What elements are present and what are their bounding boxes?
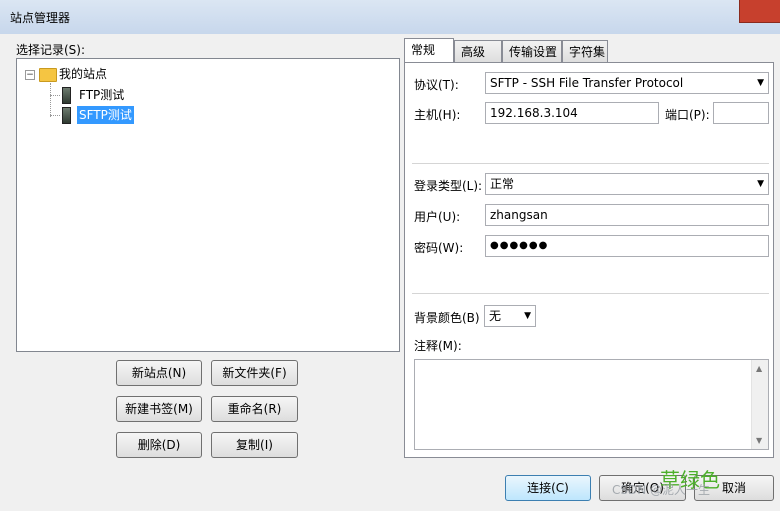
tab-transfer-settings[interactable]: 传输设置 bbox=[502, 40, 562, 62]
rename-button[interactable]: 重命名(R) bbox=[211, 396, 298, 422]
port-input[interactable] bbox=[713, 102, 769, 124]
tree-label: 选择记录(S): bbox=[16, 43, 86, 57]
delete-button[interactable]: 删除(D) bbox=[116, 432, 202, 458]
server-icon bbox=[62, 107, 71, 124]
chevron-down-icon: ▼ bbox=[757, 179, 764, 189]
tree-line bbox=[50, 83, 51, 117]
password-input[interactable]: ●●●●●● bbox=[485, 235, 769, 257]
tree-line bbox=[50, 115, 60, 116]
tab-charset[interactable]: 字符集 bbox=[562, 40, 608, 62]
server-icon bbox=[62, 87, 71, 104]
bgcolor-label: 背景颜色(B) bbox=[414, 311, 480, 325]
collapse-icon[interactable]: − bbox=[25, 70, 35, 80]
protocol-label: 协议(T): bbox=[414, 78, 459, 92]
scrollbar[interactable]: ▲ ▼ bbox=[751, 360, 768, 449]
user-input[interactable]: zhangsan bbox=[485, 204, 769, 226]
protocol-select[interactable]: SFTP - SSH File Transfer Protocol ▼ bbox=[485, 72, 769, 94]
comments-label: 注释(M): bbox=[414, 339, 462, 353]
window-title: 站点管理器 bbox=[10, 11, 71, 25]
chevron-down-icon: ▼ bbox=[524, 311, 531, 321]
title-bar: 站点管理器 bbox=[0, 0, 780, 34]
tab-advanced[interactable]: 高级 bbox=[454, 40, 502, 62]
comments-textarea[interactable]: ▲ ▼ bbox=[414, 359, 769, 450]
new-site-button[interactable]: 新站点(N) bbox=[116, 360, 202, 386]
logon-type-label: 登录类型(L): bbox=[414, 179, 483, 193]
password-label: 密码(W): bbox=[414, 241, 464, 255]
bgcolor-value: 无 bbox=[489, 309, 502, 323]
scroll-down-icon[interactable]: ▼ bbox=[756, 436, 762, 445]
host-input[interactable]: 192.168.3.104 bbox=[485, 102, 659, 124]
protocol-value: SFTP - SSH File Transfer Protocol bbox=[490, 76, 684, 90]
folder-icon bbox=[39, 68, 57, 82]
logon-type-select[interactable]: 正常 ▼ bbox=[485, 173, 769, 195]
separator bbox=[412, 163, 769, 164]
tree-line bbox=[50, 95, 60, 96]
watermark-csdn: CSDN @泥人一生 bbox=[612, 483, 711, 497]
host-label: 主机(H): bbox=[414, 108, 461, 122]
bgcolor-select[interactable]: 无 ▼ bbox=[484, 305, 536, 327]
tree-item-sftp[interactable]: SFTP测试 bbox=[77, 106, 134, 124]
chevron-down-icon: ▼ bbox=[757, 78, 764, 88]
tree-item-ftp[interactable]: FTP测试 bbox=[79, 86, 124, 104]
scroll-up-icon[interactable]: ▲ bbox=[756, 364, 762, 373]
connect-button[interactable]: 连接(C) bbox=[505, 475, 591, 501]
logon-type-value: 正常 bbox=[490, 177, 515, 191]
close-button[interactable] bbox=[739, 0, 780, 23]
tab-general[interactable]: 常规 bbox=[404, 38, 454, 62]
site-tree[interactable]: − 我的站点 FTP测试 SFTP测试 bbox=[16, 58, 400, 352]
copy-button[interactable]: 复制(I) bbox=[211, 432, 298, 458]
tree-root[interactable]: 我的站点 bbox=[59, 65, 107, 83]
new-bookmark-button[interactable]: 新建书签(M) bbox=[116, 396, 202, 422]
separator bbox=[412, 293, 769, 294]
user-label: 用户(U): bbox=[414, 210, 461, 224]
new-folder-button[interactable]: 新文件夹(F) bbox=[211, 360, 298, 386]
port-label: 端口(P): bbox=[665, 108, 710, 122]
